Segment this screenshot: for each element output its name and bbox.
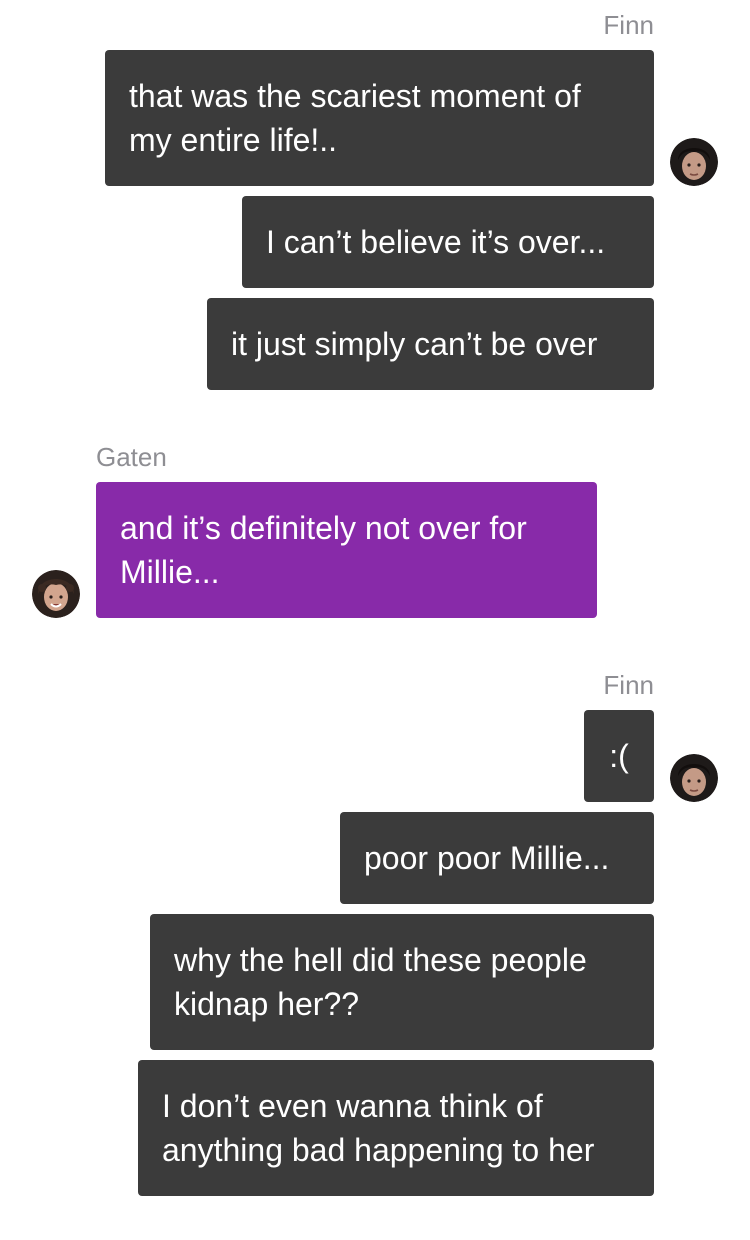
message-bubble[interactable]: that was the scariest moment of my entir…: [105, 50, 654, 186]
sender-name-gaten: Gaten: [96, 442, 167, 472]
sender-name-finn: Finn: [603, 10, 654, 40]
finn-avatar-icon[interactable]: [670, 138, 718, 186]
chat-transcript: Finn that was the scariest moment of my …: [0, 0, 750, 1240]
message-bubble[interactable]: I don’t even wanna think of anything bad…: [138, 1060, 654, 1196]
message-bubble[interactable]: poor poor Millie...: [340, 812, 654, 904]
message-bubble[interactable]: why the hell did these people kidnap her…: [150, 914, 654, 1050]
message-bubble[interactable]: I can’t believe it’s over...: [242, 196, 654, 288]
message-bubble[interactable]: it just simply can’t be over: [207, 298, 654, 390]
message-bubble[interactable]: and it’s definitely not over for Millie.…: [96, 482, 597, 618]
gaten-avatar-icon[interactable]: [32, 570, 80, 618]
message-bubble[interactable]: :(: [584, 710, 654, 802]
finn-avatar-icon[interactable]: [670, 754, 718, 802]
sender-name-finn: Finn: [603, 670, 654, 700]
